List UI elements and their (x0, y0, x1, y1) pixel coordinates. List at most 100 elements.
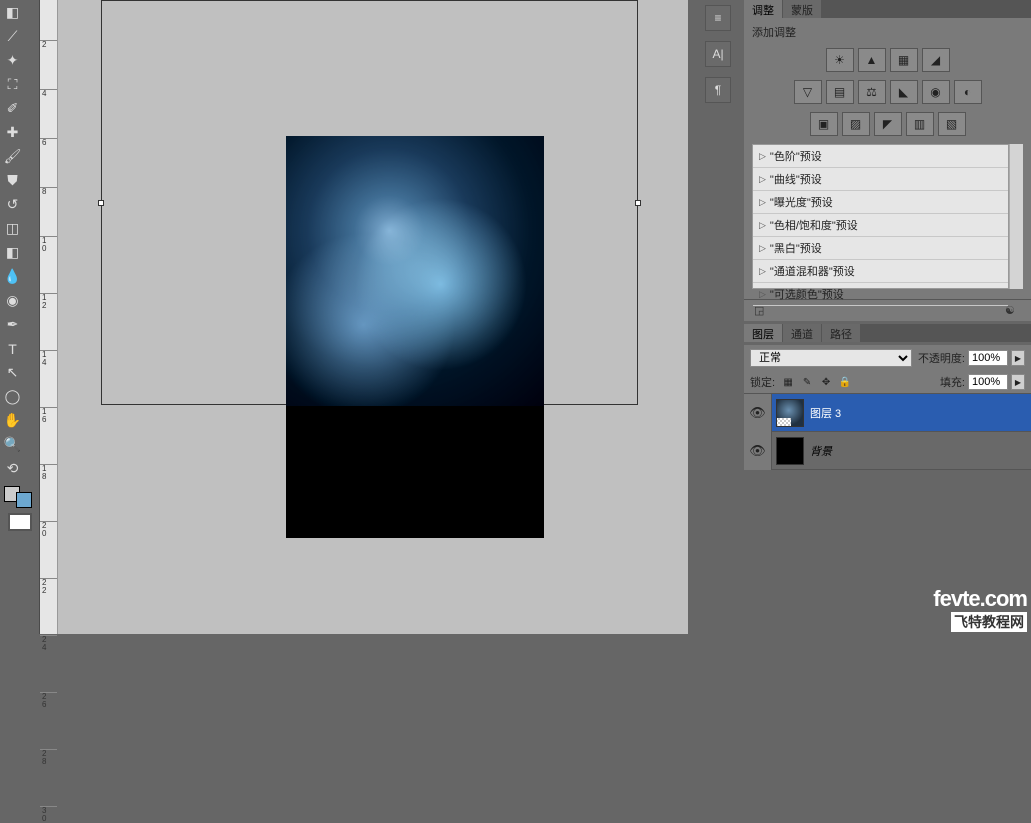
tab-masks[interactable]: 蒙版 (783, 0, 822, 18)
adj-exposure-icon[interactable]: ◢ (922, 48, 950, 72)
tool-eyedropper[interactable]: ✐ (1, 97, 24, 120)
tab-paths[interactable]: 路径 (822, 324, 861, 342)
panels-stack: 调整 蒙版 添加调整 ☀ ▲ ▦ ◢ ▽ ▤ ⚖ ◣ ◉ ◐ ▣ ▨ ◤ (744, 0, 1031, 470)
ruler-tick: 2 (40, 40, 57, 49)
tab-adjustments[interactable]: 调整 (744, 0, 783, 18)
adj-hue-icon[interactable]: ▤ (826, 80, 854, 104)
tools-toolbar: ◧ ⟋ ✦ ⛶ ✐ ✚ 🖌 ⛊ ↺ ◫ ◧ 💧 ◉ ✒ T ↖ ◯ ✋ 🔍 ⟲ (0, 0, 40, 634)
tool-dodge[interactable]: ◉ (1, 289, 24, 312)
layer-name[interactable]: 背景 (810, 443, 832, 459)
quick-mask-icon[interactable] (8, 513, 32, 531)
adjustments-panel-tabs: 调整 蒙版 (744, 0, 1031, 18)
canvas-area[interactable] (98, 0, 728, 634)
vtab-collapsed-1[interactable]: ≡ (705, 5, 731, 31)
tool-history-brush[interactable]: ↺ (1, 193, 24, 216)
visibility-eye-icon[interactable]: 👁 (749, 405, 766, 421)
watermark: fevte.com 飞特教程网 (933, 586, 1027, 632)
transform-handle-left[interactable] (98, 200, 104, 206)
color-swatches[interactable] (4, 486, 39, 508)
footer-icon-left[interactable]: ◲ (754, 304, 770, 318)
tab-layers[interactable]: 图层 (744, 324, 783, 342)
adj-vibrance-icon[interactable]: ▽ (794, 80, 822, 104)
fill-input[interactable] (968, 374, 1008, 390)
adj-photo-filter-icon[interactable]: ◉ (922, 80, 950, 104)
tool-rect-marquee[interactable]: ◧ (1, 1, 24, 24)
layer-list: 👁 图层 3 👁 背景 (744, 393, 1031, 470)
fill-label: 填充: (940, 374, 965, 390)
watermark-site-name: 飞特教程网 (951, 612, 1027, 632)
preset-exposure[interactable]: ▷"曝光度"预设 (753, 191, 1008, 214)
tool-type[interactable]: T (1, 337, 24, 360)
opacity-label: 不透明度: (918, 350, 965, 366)
preset-levels[interactable]: ▷"色阶"预设 (753, 145, 1008, 168)
tool-rotate-view[interactable]: ⟲ (1, 457, 24, 480)
vtab-paragraph-icon[interactable]: ¶ (705, 77, 731, 103)
layer-thumbnail[interactable] (776, 399, 804, 427)
lock-all-icon[interactable]: 🔒 (837, 374, 853, 390)
layer-name[interactable]: 图层 3 (810, 405, 841, 421)
tool-blur[interactable]: 💧 (1, 265, 24, 288)
collapsed-panel-tabs: ≡ A| ¶ (698, 0, 738, 103)
opacity-flyout-arrow-icon[interactable]: ▶ (1011, 350, 1025, 366)
visibility-eye-icon[interactable]: 👁 (749, 443, 766, 459)
layer-row[interactable]: 👁 背景 (744, 432, 1031, 470)
background-color[interactable] (16, 492, 32, 508)
layers-panel-tabs: 图层 通道 路径 (744, 324, 1031, 342)
adj-channel-mixer-icon[interactable]: ◐ (954, 80, 982, 104)
document-canvas (286, 136, 544, 538)
adj-gradient-map-icon[interactable]: ▥ (906, 112, 934, 136)
tool-wand[interactable]: ✦ (1, 49, 24, 72)
layers-panel: 正常 不透明度: ▶ 锁定: ▦ ✎ ✥ 🔒 填充: ▶ (744, 345, 1031, 470)
preset-hue-sat[interactable]: ▷"色相/饱和度"预设 (753, 214, 1008, 237)
adj-levels-icon[interactable]: ▲ (858, 48, 886, 72)
preset-bw[interactable]: ▷"黑白"预设 (753, 237, 1008, 260)
vertical-ruler: 2 4 6 8 10 12 14 16 18 20 22 24 26 28 30 (40, 0, 58, 634)
opacity-input[interactable] (968, 350, 1008, 366)
tool-path-select[interactable]: ↖ (1, 361, 24, 384)
preset-curves[interactable]: ▷"曲线"预设 (753, 168, 1008, 191)
tool-heal[interactable]: ✚ (1, 121, 24, 144)
canvas-workspace: 2 4 6 8 10 12 14 16 18 20 22 24 26 28 30 (40, 0, 688, 634)
tool-crop[interactable]: ⛶ (1, 73, 24, 96)
tool-hand[interactable]: ✋ (1, 409, 24, 432)
lock-label: 锁定: (750, 374, 775, 390)
cloud-layer-content (286, 136, 544, 406)
background-layer-content (286, 406, 544, 538)
lock-position-icon[interactable]: ✥ (818, 374, 834, 390)
tool-brush[interactable]: 🖌 (1, 145, 24, 168)
adj-curves-icon[interactable]: ▦ (890, 48, 918, 72)
preset-channel-mixer[interactable]: ▷"通道混和器"预设 (753, 260, 1008, 283)
add-adjustment-label: 添加调整 (752, 24, 1023, 40)
preset-list: ▷"色阶"预设 ▷"曲线"预设 ▷"曝光度"预设 ▷"色相/饱和度"预设 ▷"黑… (752, 144, 1009, 289)
fill-flyout-arrow-icon[interactable]: ▶ (1011, 374, 1025, 390)
adj-posterize-icon[interactable]: ▨ (842, 112, 870, 136)
tool-pen[interactable]: ✒ (1, 313, 24, 336)
adj-color-balance-icon[interactable]: ⚖ (858, 80, 886, 104)
vtab-character-icon[interactable]: A| (705, 41, 731, 67)
preset-scrollbar[interactable] (1009, 144, 1023, 289)
layer-thumbnail[interactable] (776, 437, 804, 465)
adj-brightness-icon[interactable]: ☀ (826, 48, 854, 72)
layer-row[interactable]: 👁 图层 3 (744, 394, 1031, 432)
watermark-url: fevte.com (933, 586, 1027, 612)
expand-arrow-icon: ▷ (759, 151, 766, 162)
footer-icon-right[interactable]: ☯ (1005, 304, 1021, 318)
adj-invert-icon[interactable]: ▣ (810, 112, 838, 136)
tool-lasso[interactable]: ⟋ (1, 25, 24, 48)
adj-selective-color-icon[interactable]: ▧ (938, 112, 966, 136)
tool-gradient[interactable]: ◧ (1, 241, 24, 264)
lock-pixels-icon[interactable]: ✎ (799, 374, 815, 390)
adj-bw-icon[interactable]: ◣ (890, 80, 918, 104)
tool-eraser[interactable]: ◫ (1, 217, 24, 240)
right-panels-column: ≡ A| ¶ 调整 蒙版 添加调整 ☀ ▲ ▦ ◢ ▽ ▤ ⚖ ◣ ◉ ◐ (688, 0, 1031, 634)
adj-threshold-icon[interactable]: ◤ (874, 112, 902, 136)
preset-selective-color[interactable]: ▷"可选颜色"预设 (753, 283, 1008, 306)
tool-stamp[interactable]: ⛊ (1, 169, 24, 192)
tool-zoom[interactable]: 🔍 (1, 433, 24, 456)
lock-transparency-icon[interactable]: ▦ (780, 374, 796, 390)
blend-mode-select[interactable]: 正常 (750, 349, 912, 367)
tab-channels[interactable]: 通道 (783, 324, 822, 342)
adjustments-panel: 添加调整 ☀ ▲ ▦ ◢ ▽ ▤ ⚖ ◣ ◉ ◐ ▣ ▨ ◤ ▥ ▧ (744, 18, 1031, 299)
transform-handle-right[interactable] (635, 200, 641, 206)
tool-shape[interactable]: ◯ (1, 385, 24, 408)
